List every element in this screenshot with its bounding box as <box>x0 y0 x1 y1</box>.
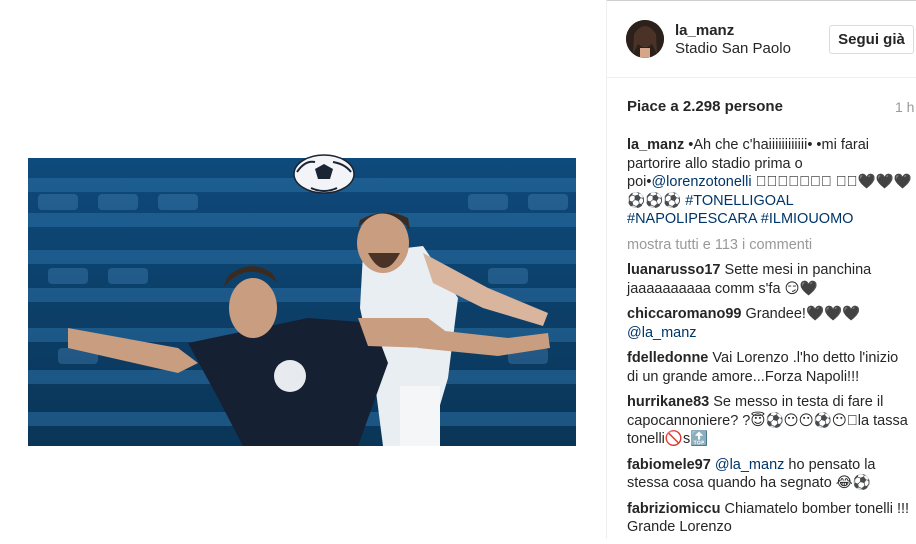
location-link[interactable]: Stadio San Paolo <box>675 40 791 57</box>
post-time[interactable]: 1 h <box>895 99 914 115</box>
comment-item: fdelledonne Vai Lorenzo .l'ho detto l'in… <box>627 349 913 386</box>
post-sidebar: la_manz Stadio San Paolo Segui già Piace… <box>606 0 916 539</box>
comment-username[interactable]: luanarusso17 <box>627 262 721 278</box>
comments-list: la_manz •Ah che c'haiiiiiiiiiiii• •mi fa… <box>627 136 913 544</box>
comment-username[interactable]: fdelledonne <box>627 350 708 366</box>
comment-username[interactable]: fabriziomiccu <box>627 501 720 517</box>
comment-item: fabriziomiccu Chiamatelo bomber tonelli … <box>627 500 913 537</box>
comment-text: Grandee!🖤🖤🖤 <box>741 306 861 322</box>
post-photo[interactable] <box>28 158 576 446</box>
comment-mention[interactable]: @la_manz <box>715 457 785 473</box>
comment-item: luanarusso17 Sette mesi in panchina jaaa… <box>627 261 913 298</box>
post-header: la_manz Stadio San Paolo Segui già <box>607 0 916 78</box>
caption-mention[interactable]: @lorenzotonelli <box>651 174 751 190</box>
comment-username[interactable]: fabiomele97 <box>627 457 711 473</box>
username-link[interactable]: la_manz <box>675 22 734 39</box>
comment-mention[interactable]: @la_manz <box>627 325 697 341</box>
hashtag-tonelligoal[interactable]: #TONELLIGOAL <box>685 193 793 209</box>
caption-username[interactable]: la_manz <box>627 137 684 153</box>
comment-item: chiccaromano99 Grandee!🖤🖤🖤 @la_manz <box>627 305 913 342</box>
show-all-comments-link[interactable]: mostra tutti e 113 i commenti <box>627 236 913 255</box>
comment-item: fabiomele97 @la_manz ho pensato la stess… <box>627 456 913 493</box>
comment-username[interactable]: chiccaromano99 <box>627 306 741 322</box>
avatar[interactable] <box>626 20 664 58</box>
following-button[interactable]: Segui già <box>829 25 914 54</box>
comment-username[interactable]: hurrikane83 <box>627 394 709 410</box>
likes-count[interactable]: Piace a 2.298 persone <box>627 98 783 115</box>
soccer-ball-icon <box>293 154 355 194</box>
hashtag-napolipescara[interactable]: #NAPOLIPESCARA <box>627 211 757 227</box>
media-area <box>0 0 606 539</box>
hashtag-ilmiouomo[interactable]: #ILMIOUOMO <box>761 211 854 227</box>
caption: la_manz •Ah che c'haiiiiiiiiiiii• •mi fa… <box>627 136 913 229</box>
comment-item: hurrikane83 Se messo in testa di fare il… <box>627 393 913 449</box>
